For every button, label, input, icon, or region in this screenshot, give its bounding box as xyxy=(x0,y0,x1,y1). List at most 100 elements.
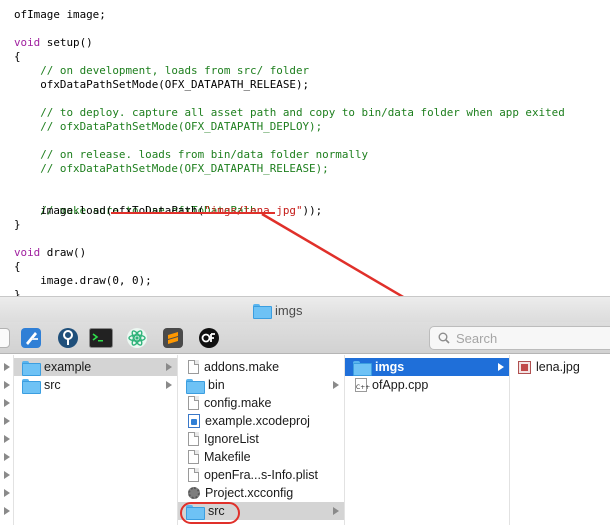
finder-window: imgs Search example src addons.make bin … xyxy=(0,296,610,525)
code-text: { xyxy=(14,260,21,273)
code-text: ofImage image; xyxy=(14,8,106,21)
code-line: } xyxy=(14,218,21,232)
list-item[interactable]: Makefile xyxy=(178,448,344,466)
gear-icon xyxy=(188,487,200,499)
item-name: openFra...s-Info.plist xyxy=(204,468,318,482)
column-0 xyxy=(0,355,14,525)
code-line: // ofxDataPathSetMode(OFX_DATAPATH_DEPLO… xyxy=(14,120,322,134)
openframeworks-icon[interactable] xyxy=(196,326,222,350)
chevron-right-icon xyxy=(333,381,339,389)
item-name: ofApp.cpp xyxy=(372,378,429,392)
code-line: image.draw(0, 0); xyxy=(14,274,152,288)
code-comment: // to deploy. capture all asset path and… xyxy=(40,106,565,119)
toolbar: Search xyxy=(0,322,610,354)
code-text: draw() xyxy=(40,246,87,259)
document-icon xyxy=(188,396,199,410)
back-button[interactable] xyxy=(0,328,10,348)
code-keyword: void xyxy=(14,246,41,259)
code-text: image.load(ofxToDataPath( xyxy=(40,204,205,217)
xcode-project-icon xyxy=(188,414,200,428)
disclosure-icon[interactable] xyxy=(4,417,10,425)
document-icon xyxy=(188,360,199,374)
code-text: } xyxy=(14,218,21,231)
folder-icon xyxy=(22,378,41,394)
item-name: config.make xyxy=(204,396,272,410)
disclosure-icon[interactable] xyxy=(4,453,10,461)
code-text: setup() xyxy=(40,36,93,49)
item-name: src xyxy=(44,378,61,392)
title-bar: imgs xyxy=(0,296,610,322)
column-browser: example src addons.make bin config.make exam… xyxy=(0,355,610,525)
code-line: { xyxy=(14,260,21,274)
list-item[interactable]: config.make xyxy=(178,394,344,412)
disclosure-icon[interactable] xyxy=(4,381,10,389)
disclosure-icon[interactable] xyxy=(4,471,10,479)
list-item[interactable]: example xyxy=(14,358,177,376)
search-input[interactable]: Search xyxy=(429,326,610,350)
code-editor[interactable]: ofImage image; void setup() { // on develo… xyxy=(0,0,610,296)
list-item[interactable]: C++ ofApp.cpp xyxy=(345,376,509,394)
document-icon xyxy=(188,468,199,482)
code-text: )); xyxy=(302,204,323,217)
disclosure-icon[interactable] xyxy=(4,489,10,497)
item-name: imgs xyxy=(375,360,405,374)
image-file-icon xyxy=(518,360,531,374)
code-string: "imgs/lena.jpg" xyxy=(204,204,303,217)
list-item[interactable]: openFra...s-Info.plist xyxy=(178,466,344,484)
code-line: void setup() xyxy=(14,36,93,50)
item-name: IgnoreList xyxy=(204,432,259,446)
folder-icon xyxy=(353,360,372,376)
list-item[interactable]: IgnoreList xyxy=(178,430,344,448)
chevron-right-icon xyxy=(498,363,504,371)
item-name: Project.xcconfig xyxy=(205,486,294,500)
list-item[interactable]: bin xyxy=(178,376,344,394)
code-line: ofxDataPathSetMode(OFX_DATAPATH_RELEASE)… xyxy=(14,78,309,92)
code-text: ofxDataPathSetMode(OFX_DATAPATH_RELEASE)… xyxy=(40,78,310,91)
sourcetree-icon[interactable] xyxy=(55,326,81,350)
chevron-right-icon xyxy=(333,507,339,515)
code-comment: // ofxDataPathSetMode(OFX_DATAPATH_RELEA… xyxy=(40,162,329,175)
document-icon xyxy=(188,432,199,446)
code-line: // to deploy. capture all asset path and… xyxy=(14,106,565,120)
sublime-text-icon[interactable] xyxy=(160,326,186,350)
code-line: image.load(ofxToDataPath("imgs/lena.jpg"… xyxy=(14,204,322,218)
folder-icon xyxy=(186,378,205,394)
folder-icon xyxy=(253,303,272,319)
list-item[interactable]: Project.xcconfig xyxy=(178,484,344,502)
list-item[interactable]: imgs xyxy=(345,358,509,376)
code-line: void draw() xyxy=(14,246,86,260)
search-icon xyxy=(438,332,450,344)
item-name: example.xcodeproj xyxy=(205,414,310,428)
column-1: example src xyxy=(14,355,178,525)
window-title: imgs xyxy=(275,302,303,318)
terminal-icon[interactable] xyxy=(88,326,114,350)
disclosure-icon[interactable] xyxy=(4,435,10,443)
column-2: addons.make bin config.make example.xcodepr… xyxy=(178,355,345,525)
annotation-underline xyxy=(111,212,275,214)
disclosure-icon[interactable] xyxy=(4,507,10,515)
item-name: example xyxy=(44,360,92,374)
cpp-file-icon: C++ xyxy=(355,378,370,392)
xcode-icon[interactable] xyxy=(18,326,44,350)
code-text: image.draw(0, 0); xyxy=(40,274,152,287)
code-line: // ofxDataPathSetMode(OFX_DATAPATH_RELEA… xyxy=(14,162,329,176)
item-name: lena.jpg xyxy=(536,360,580,374)
code-line: // on release. loads from bin/data folde… xyxy=(14,148,368,162)
document-icon xyxy=(188,450,199,464)
list-item[interactable]: src xyxy=(14,376,177,394)
code-line: ofImage image; xyxy=(14,8,106,22)
disclosure-icon[interactable] xyxy=(4,399,10,407)
column-3: imgs C++ ofApp.cpp xyxy=(345,355,510,525)
code-comment: // ofxDataPathSetMode(OFX_DATAPATH_DEPLO… xyxy=(40,120,323,133)
code-line: // on development, loads from src/ folde… xyxy=(14,64,309,78)
search-placeholder: Search xyxy=(456,330,498,346)
chevron-right-icon xyxy=(166,381,172,389)
list-item[interactable]: addons.make xyxy=(178,358,344,376)
atom-icon[interactable] xyxy=(124,326,150,350)
code-text: } xyxy=(14,288,21,296)
list-item[interactable]: lena.jpg xyxy=(510,358,610,376)
list-item[interactable]: example.xcodeproj xyxy=(178,412,344,430)
item-name: Makefile xyxy=(204,450,251,464)
code-line: } xyxy=(14,288,21,296)
disclosure-icon[interactable] xyxy=(4,363,10,371)
